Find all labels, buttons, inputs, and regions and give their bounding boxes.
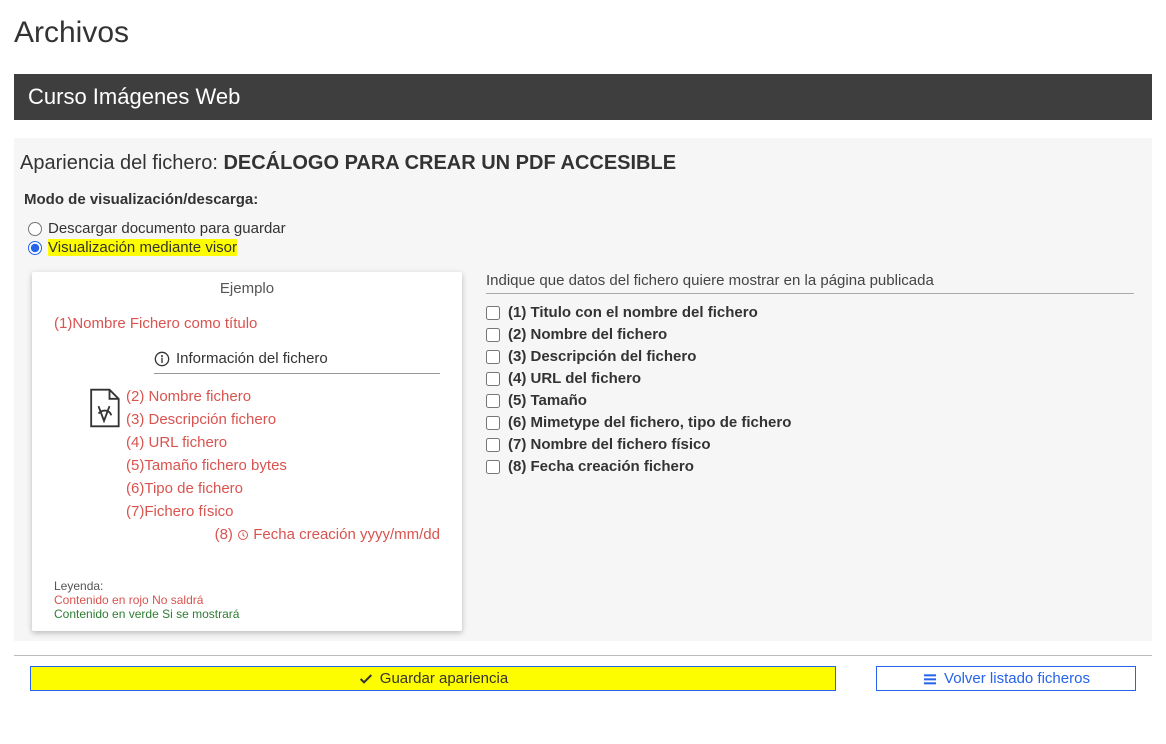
example-row-4: (4) URL fichero — [126, 434, 440, 451]
back-button-label: Volver listado ficheros — [944, 670, 1090, 687]
example-title: Ejemplo — [32, 280, 462, 297]
back-button[interactable]: Volver listado ficheros — [876, 666, 1136, 691]
check-item-3[interactable]: (3) Descripción del fichero — [486, 348, 1134, 365]
example-info-head: Información del fichero — [154, 346, 440, 374]
check-input-5[interactable] — [486, 394, 500, 408]
section-prefix: Apariencia del fichero: — [20, 152, 223, 174]
example-row-8-text: Fecha creación yyyy/mm/dd — [249, 526, 440, 543]
example-row-5: (5)Tamaño fichero bytes — [126, 457, 440, 474]
check-input-3[interactable] — [486, 350, 500, 364]
radio-download-label: Descargar documento para guardar — [48, 220, 286, 237]
example-row-3: (3) Descripción fichero — [126, 411, 440, 428]
clock-icon — [237, 529, 249, 541]
course-bar: Curso Imágenes Web — [14, 74, 1152, 120]
check-item-6[interactable]: (6) Mimetype del fichero, tipo de ficher… — [486, 414, 1134, 431]
check-item-2[interactable]: (2) Nombre del fichero — [486, 326, 1134, 343]
save-button[interactable]: Guardar apariencia — [30, 666, 836, 691]
legend-green: Contenido en verde Si se mostrará — [54, 607, 440, 621]
example-row-7: (7)Fichero físico — [126, 503, 440, 520]
section-file-name: DECÁLOGO PARA CREAR UN PDF ACCESIBLE — [223, 152, 676, 174]
pdf-icon — [82, 386, 126, 430]
check-input-6[interactable] — [486, 416, 500, 430]
check-label-4: (4) URL del fichero — [508, 370, 641, 387]
radio-download[interactable]: Descargar documento para guardar — [28, 220, 1138, 237]
check-icon — [358, 671, 374, 687]
check-label-2: (2) Nombre del fichero — [508, 326, 667, 343]
check-item-4[interactable]: (4) URL del fichero — [486, 370, 1134, 387]
check-list: (1) Titulo con el nombre del fichero (2)… — [486, 304, 1134, 475]
radio-viewer[interactable]: Visualización mediante visor — [28, 239, 1138, 256]
check-input-4[interactable] — [486, 372, 500, 386]
save-button-label: Guardar apariencia — [380, 670, 508, 687]
check-label-8: (8) Fecha creación fichero — [508, 458, 694, 475]
check-input-1[interactable] — [486, 306, 500, 320]
info-icon — [154, 351, 170, 367]
radio-download-input[interactable] — [28, 222, 42, 236]
radio-viewer-input[interactable] — [28, 241, 42, 255]
radio-viewer-label: Visualización mediante visor — [48, 239, 237, 256]
check-label-5: (5) Tamaño — [508, 392, 587, 409]
legend-label: Leyenda: — [54, 579, 440, 593]
radio-group: Descargar documento para guardar Visuali… — [14, 220, 1152, 272]
check-input-8[interactable] — [486, 460, 500, 474]
check-label-7: (7) Nombre del fichero físico — [508, 436, 711, 453]
check-input-7[interactable] — [486, 438, 500, 452]
example-card: Ejemplo (1)Nombre Fichero como título In… — [32, 272, 462, 631]
legend-red: Contenido en rojo No saldrá — [54, 593, 440, 607]
check-input-2[interactable] — [486, 328, 500, 342]
divider — [14, 655, 1152, 656]
check-item-1[interactable]: (1) Titulo con el nombre del fichero — [486, 304, 1134, 321]
check-label-3: (3) Descripción del fichero — [508, 348, 696, 365]
list-icon — [922, 671, 938, 687]
check-item-5[interactable]: (5) Tamaño — [486, 392, 1134, 409]
example-info-head-text: Información del fichero — [176, 350, 328, 367]
example-row-6: (6)Tipo de fichero — [126, 480, 440, 497]
right-head: Indique que datos del fichero quiere mos… — [486, 272, 1134, 294]
example-row-8-prefix: (8) — [215, 526, 238, 543]
section-title: Apariencia del fichero: DECÁLOGO PARA CR… — [14, 144, 1152, 191]
check-item-8[interactable]: (8) Fecha creación fichero — [486, 458, 1134, 475]
legend: Leyenda: Contenido en rojo No saldrá Con… — [32, 575, 462, 621]
check-item-7[interactable]: (7) Nombre del fichero físico — [486, 436, 1134, 453]
example-row-1: (1)Nombre Fichero como título — [54, 315, 440, 332]
example-row-2: (2) Nombre fichero — [126, 388, 440, 405]
mode-label: Modo de visualización/descarga: — [14, 191, 1152, 218]
page-title: Archivos — [14, 16, 1152, 50]
check-label-6: (6) Mimetype del fichero, tipo de ficher… — [508, 414, 791, 431]
check-label-1: (1) Titulo con el nombre del fichero — [508, 304, 758, 321]
example-row-8: (8) Fecha creación yyyy/mm/dd — [126, 526, 440, 543]
